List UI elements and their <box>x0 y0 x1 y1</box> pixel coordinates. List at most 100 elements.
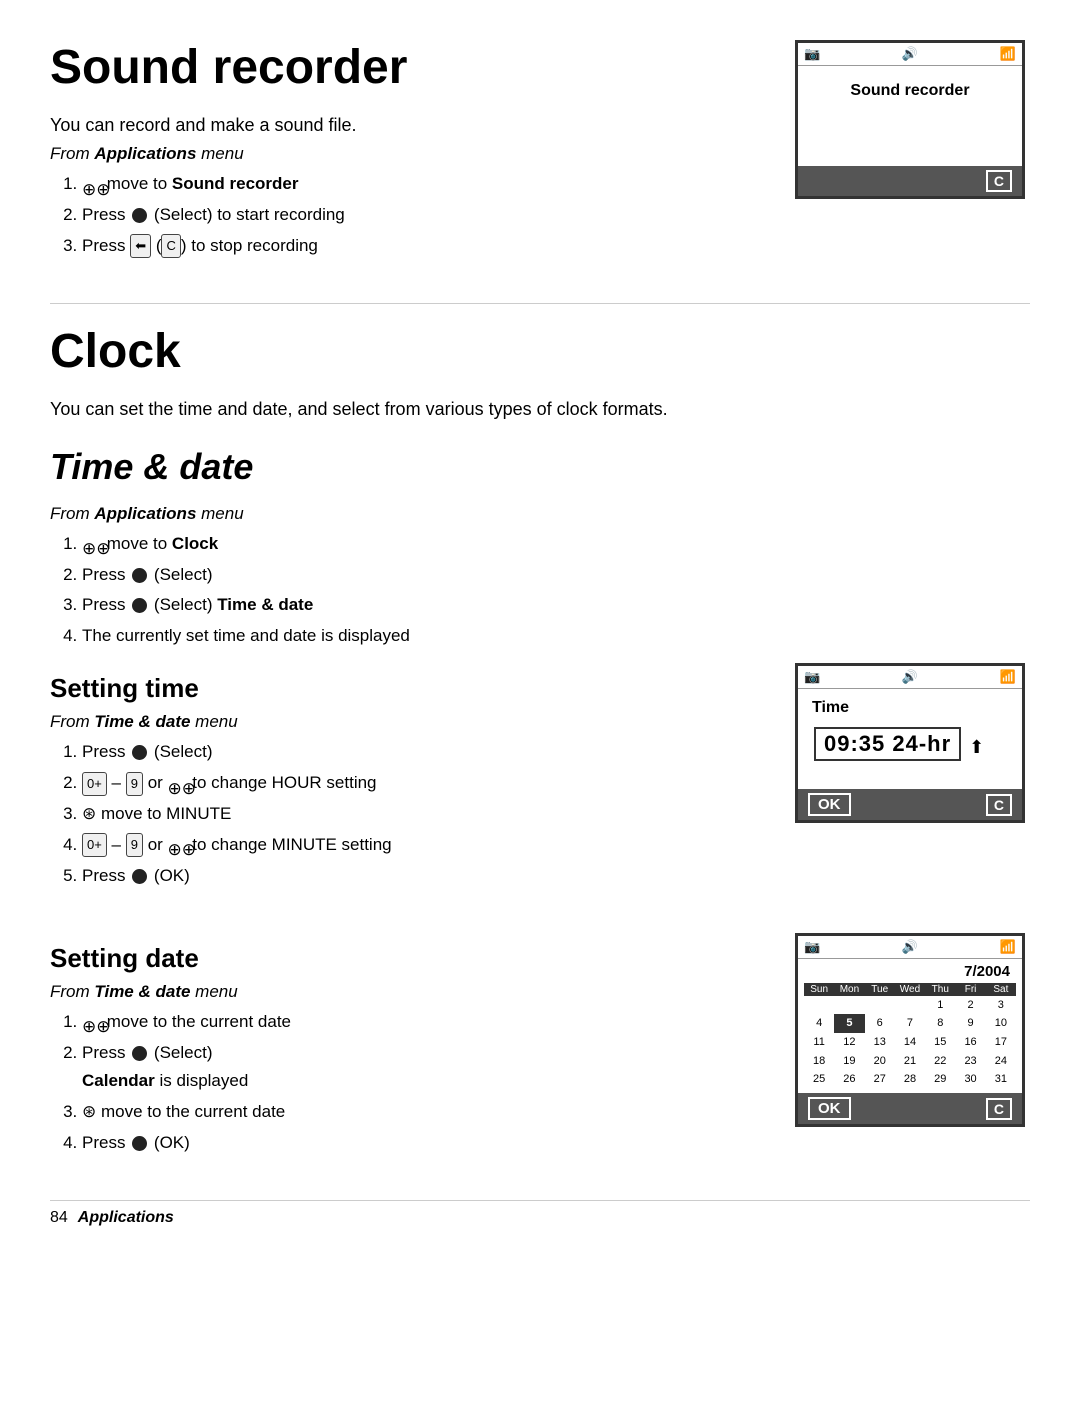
statusbar-mid-icons: 🔊 <box>902 669 918 685</box>
list-item: ⊕ move to the current date <box>82 1008 760 1037</box>
screen-footer: OK C <box>798 789 1022 820</box>
time-value: 09:35 24-hr <box>814 727 961 761</box>
cal-cell <box>834 996 864 1015</box>
day-sun: Sun <box>804 984 834 995</box>
footer-ok-button: OK <box>808 1097 851 1120</box>
page-number: 84 <box>50 1209 68 1227</box>
device-screen-time: 📷 🔊 📶 Time 09:35 24-hr ⬆ OK C <box>795 663 1025 823</box>
cal-cell <box>895 996 925 1015</box>
c-key: C <box>161 234 180 258</box>
cal-cell: 12 <box>834 1033 864 1052</box>
screen-body-date: 7/2004 Sun Mon Tue Wed Thu Fri Sat 1 <box>798 959 1022 1093</box>
screen-body-time: Time 09:35 24-hr ⬆ <box>798 689 1022 789</box>
footer-c-button: C <box>986 170 1012 192</box>
cal-cell: 7 <box>895 1014 925 1033</box>
cal-cell: 16 <box>955 1033 985 1052</box>
list-item: Press (Select) Time & date <box>82 591 1030 620</box>
time-date-steps: ⊕ move to Clock Press (Select) Press (Se… <box>82 530 1030 652</box>
footer-section-name: Applications <box>78 1209 174 1227</box>
nav-circle-icon: ⊛ <box>82 804 96 823</box>
setting-date-device: 📷 🔊 📶 7/2004 Sun Mon Tue Wed Thu Fri <box>790 933 1030 1127</box>
key-0plus: 0+ <box>82 833 107 857</box>
screen-time-label: Time <box>808 697 1012 721</box>
select-icon <box>132 745 147 760</box>
clock-title: Clock <box>50 324 1030 379</box>
screen-statusbar: 📷 🔊 📶 <box>798 936 1022 959</box>
time-date-from-menu: From Applications menu <box>50 504 1030 524</box>
calendar-days-header: Sun Mon Tue Wed Thu Fri Sat <box>804 983 1016 996</box>
select-icon <box>132 869 147 884</box>
screen-footer: C <box>798 166 1022 196</box>
footer-c-button: C <box>986 1098 1012 1120</box>
setting-date-title: Setting date <box>50 943 760 974</box>
cal-cell: 2 <box>955 996 985 1015</box>
select-icon <box>132 598 147 613</box>
device-screen-date: 📷 🔊 📶 7/2004 Sun Mon Tue Wed Thu Fri <box>795 933 1025 1127</box>
key-0plus: 0+ <box>82 772 107 796</box>
cal-cell-highlighted: 5 <box>834 1014 864 1033</box>
cal-cell: 13 <box>865 1033 895 1052</box>
nav-icon: ⊕ <box>82 176 100 194</box>
calendar-grid: 1 2 3 4 5 6 7 8 9 10 11 12 13 14 15 <box>804 996 1016 1089</box>
clock-section: Clock You can set the time and date, and… <box>50 324 1030 420</box>
statusbar-right-icons: 📶 <box>1000 46 1016 62</box>
page-footer: 84 Applications <box>50 1200 1030 1227</box>
back-key: ⬅ <box>130 234 151 258</box>
sound-recorder-from-menu: From Applications menu <box>50 144 760 164</box>
day-fri: Fri <box>955 984 985 995</box>
cal-cell: 19 <box>834 1052 864 1071</box>
screen-statusbar: 📷 🔊 📶 <box>798 43 1022 66</box>
list-item: ⊛ move to MINUTE <box>82 800 760 829</box>
section-divider <box>50 303 1030 304</box>
time-date-section: Time & date From Applications menu ⊕ mov… <box>50 446 1030 652</box>
day-tue: Tue <box>865 984 895 995</box>
select-icon <box>132 1046 147 1061</box>
cal-cell: 3 <box>986 996 1016 1015</box>
device-screen-sound-recorder: 📷 🔊 📶 Sound recorder C <box>795 40 1025 199</box>
setting-time-steps: Press (Select) 0+ – 9 or ⊕ to change HOU… <box>82 738 760 890</box>
sound-recorder-intro: You can record and make a sound file. <box>50 115 760 136</box>
cal-cell: 24 <box>986 1052 1016 1071</box>
calendar-month-year: 7/2004 <box>804 963 1016 980</box>
signal-icon: 📶 <box>1000 46 1016 62</box>
cal-cell: 30 <box>955 1070 985 1089</box>
sound-icon: 🔊 <box>902 669 918 685</box>
cal-cell: 17 <box>986 1033 1016 1052</box>
select-icon <box>132 1136 147 1151</box>
scroll-icon: ⬆ <box>969 737 984 757</box>
statusbar-right-icons: 📶 <box>1000 669 1016 685</box>
list-item: ⊕ move to Sound recorder <box>82 170 760 199</box>
setting-date-steps: ⊕ move to the current date Press (Select… <box>82 1008 760 1158</box>
nav-icon: ⊕ <box>82 535 100 553</box>
sound-icon: 🔊 <box>902 939 918 955</box>
cal-cell: 20 <box>865 1052 895 1071</box>
cal-cell: 10 <box>986 1014 1016 1033</box>
list-item: Press (OK) <box>82 862 760 891</box>
sound-icon: 🔊 <box>902 46 918 62</box>
nav-icon: ⊕ <box>168 775 186 793</box>
cal-cell: 18 <box>804 1052 834 1071</box>
statusbar-mid-icons: 🔊 <box>902 46 918 62</box>
key-9: 9 <box>126 772 143 796</box>
list-item: The currently set time and date is displ… <box>82 622 1030 651</box>
setting-time-from-menu: From Time & date menu <box>50 712 760 732</box>
time-value-display: 09:35 24-hr ⬆ <box>808 721 1012 771</box>
signal-icon: 📶 <box>1000 939 1016 955</box>
nav-circle-icon: ⊛ <box>82 1102 96 1121</box>
sound-recorder-title: Sound recorder <box>50 40 760 95</box>
day-mon: Mon <box>834 984 864 995</box>
statusbar-left-icons: 📷 <box>804 939 820 955</box>
sound-recorder-content: Sound recorder You can record and make a… <box>50 40 760 273</box>
nav-icon: ⊕ <box>82 1013 100 1031</box>
day-wed: Wed <box>895 984 925 995</box>
list-item: 0+ – 9 or ⊕ to change MINUTE setting <box>82 831 760 860</box>
setting-date-from-menu: From Time & date menu <box>50 982 760 1002</box>
calendar-label: Calendar <box>82 1071 155 1090</box>
cal-cell: 6 <box>865 1014 895 1033</box>
sound-recorder-steps: ⊕ move to Sound recorder Press (Select) … <box>82 170 760 261</box>
key-9: 9 <box>126 833 143 857</box>
cal-cell: 23 <box>955 1052 985 1071</box>
screen-footer: OK C <box>798 1093 1022 1124</box>
statusbar-right-icons: 📶 <box>1000 939 1016 955</box>
day-thu: Thu <box>925 984 955 995</box>
